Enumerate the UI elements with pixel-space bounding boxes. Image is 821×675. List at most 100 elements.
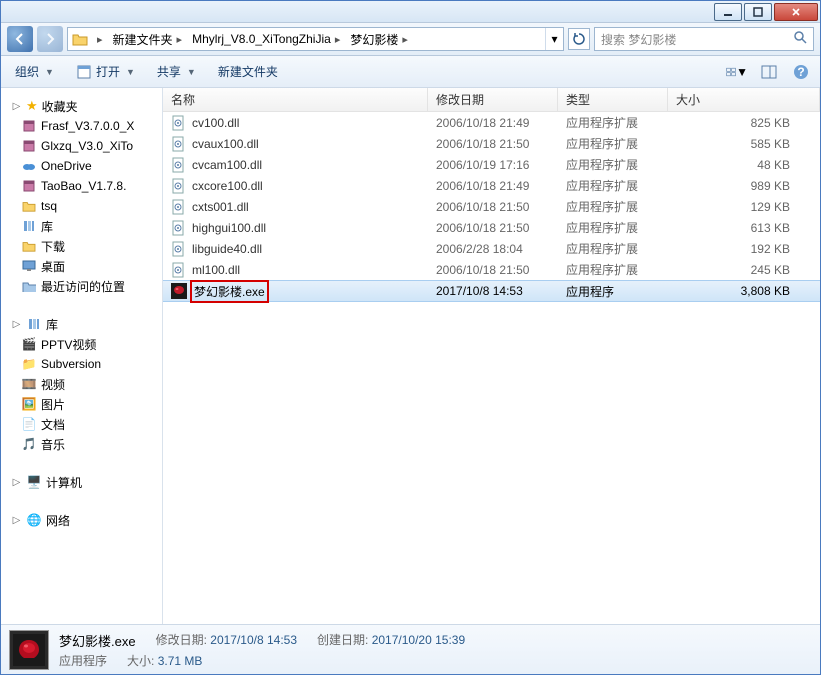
sidebar-item-taobao[interactable]: TaoBao_V1.7.8. — [1, 176, 162, 196]
address-bar: ▸ 新建文件夹▸ Mhylrj_V8.0_XiTongZhiJia▸ 梦幻影楼▸… — [1, 23, 820, 56]
file-date: 2006/10/18 21:50 — [428, 137, 558, 151]
sidebar-item-glxzq[interactable]: Glxzq_V3.0_XiTo — [1, 136, 162, 156]
dll-icon — [171, 220, 187, 236]
file-date: 2006/10/18 21:50 — [428, 221, 558, 235]
file-name-cell: 梦幻影楼.exe — [163, 280, 428, 303]
dll-icon — [171, 262, 187, 278]
computer-icon: 🖥️ — [26, 474, 42, 490]
file-row[interactable]: cxcore100.dll2006/10/18 21:49应用程序扩展989 K… — [163, 175, 820, 196]
toolbar: 组织▼ 打开▼ 共享▼ 新建文件夹 ▼ ? — [1, 56, 820, 88]
minimize-button[interactable] — [714, 3, 742, 21]
col-date[interactable]: 修改日期 — [428, 88, 558, 111]
recent-icon — [21, 278, 37, 294]
sidebar-item-documents[interactable]: 📄文档 — [1, 414, 162, 434]
file-name: libguide40.dll — [192, 242, 262, 256]
nav-forward-button[interactable] — [37, 26, 63, 52]
breadcrumb[interactable]: ▸ 新建文件夹▸ Mhylrj_V8.0_XiTongZhiJia▸ 梦幻影楼▸… — [67, 27, 564, 51]
dll-icon — [171, 241, 187, 257]
dll-icon — [171, 115, 187, 131]
explorer-window: ▸ 新建文件夹▸ Mhylrj_V8.0_XiTongZhiJia▸ 梦幻影楼▸… — [0, 0, 821, 675]
folder-icon: 📁 — [21, 356, 37, 372]
dll-icon — [171, 178, 187, 194]
search-icon — [794, 31, 807, 47]
address-dropdown-button[interactable]: ▾ — [545, 28, 563, 50]
sidebar-network[interactable]: ▷🌐网络 — [1, 510, 162, 530]
file-size: 3,808 KB — [668, 284, 820, 298]
close-button[interactable] — [774, 3, 818, 21]
new-folder-button[interactable]: 新建文件夹 — [212, 60, 284, 83]
sidebar-item-videos[interactable]: 🎞️视频 — [1, 374, 162, 394]
cloud-icon — [21, 158, 37, 174]
file-size: 129 KB — [668, 200, 820, 214]
document-icon: 📄 — [21, 416, 37, 432]
sidebar-item-desktop[interactable]: 桌面 — [1, 256, 162, 276]
organize-button[interactable]: 组织▼ — [9, 60, 60, 83]
file-name-cell: cxts001.dll — [163, 199, 428, 215]
file-row[interactable]: libguide40.dll2006/2/28 18:04应用程序扩展192 K… — [163, 238, 820, 259]
sidebar-item-subversion[interactable]: 📁Subversion — [1, 354, 162, 374]
file-type: 应用程序扩展 — [558, 198, 668, 215]
file-type: 应用程序扩展 — [558, 177, 668, 194]
sidebar-item-recent[interactable]: 最近访问的位置 — [1, 276, 162, 296]
view-options-button[interactable]: ▼ — [726, 61, 748, 83]
file-row[interactable]: highgui100.dll2006/10/18 21:50应用程序扩展613 … — [163, 217, 820, 238]
file-name: cxcore100.dll — [192, 179, 263, 193]
file-row[interactable]: cvaux100.dll2006/10/18 21:50应用程序扩展585 KB — [163, 133, 820, 154]
file-date: 2006/10/18 21:49 — [428, 179, 558, 193]
sidebar-item-frasf[interactable]: Frasf_V3.7.0.0_X — [1, 116, 162, 136]
maximize-button[interactable] — [744, 3, 772, 21]
file-name-cell: libguide40.dll — [163, 241, 428, 257]
sidebar-computer[interactable]: ▷🖥️计算机 — [1, 472, 162, 492]
nav-back-button[interactable] — [7, 26, 33, 52]
status-thumbnail — [9, 630, 49, 670]
archive-icon — [21, 138, 37, 154]
breadcrumb-item-2[interactable]: 梦幻影楼▸ — [345, 28, 413, 50]
breadcrumb-item-1[interactable]: Mhylrj_V8.0_XiTongZhiJia▸ — [187, 28, 345, 50]
file-row[interactable]: cxts001.dll2006/10/18 21:50应用程序扩展129 KB — [163, 196, 820, 217]
file-date: 2006/10/18 21:50 — [428, 200, 558, 214]
file-row[interactable]: 梦幻影楼.exe2017/10/8 14:53应用程序3,808 KB — [163, 280, 820, 302]
archive-icon — [21, 178, 37, 194]
sidebar-item-tsq[interactable]: tsq — [1, 196, 162, 216]
archive-icon — [21, 118, 37, 134]
file-date: 2006/10/18 21:50 — [428, 263, 558, 277]
file-date: 2006/10/18 21:49 — [428, 116, 558, 130]
search-box[interactable]: 搜索 梦幻影楼 — [594, 27, 814, 51]
file-name-cell: cv100.dll — [163, 115, 428, 131]
column-header: 名称 修改日期 类型 大小 — [163, 88, 820, 112]
sidebar-item-pictures[interactable]: 🖼️图片 — [1, 394, 162, 414]
file-name-cell: cvcam100.dll — [163, 157, 428, 173]
status-details: 梦幻影楼.exe 修改日期: 2017/10/8 14:53 创建日期: 201… — [59, 631, 465, 669]
folder-icon — [72, 31, 88, 47]
col-size[interactable]: 大小 — [668, 88, 820, 111]
file-row[interactable]: cv100.dll2006/10/18 21:49应用程序扩展825 KB — [163, 112, 820, 133]
breadcrumb-separator[interactable]: ▸ — [88, 28, 108, 50]
breadcrumb-label: Mhylrj_V8.0_XiTongZhiJia — [192, 32, 331, 46]
refresh-button[interactable] — [568, 28, 590, 50]
sidebar-item-music[interactable]: 🎵音乐 — [1, 434, 162, 454]
breadcrumb-label: 新建文件夹 — [113, 31, 173, 48]
sidebar-item-downloads[interactable]: 下载 — [1, 236, 162, 256]
open-button[interactable]: 打开▼ — [70, 60, 141, 83]
breadcrumb-item-0[interactable]: 新建文件夹▸ — [108, 28, 188, 50]
sidebar-favorites[interactable]: ▷★收藏夹 — [1, 96, 162, 116]
sidebar-item-onedrive[interactable]: OneDrive — [1, 156, 162, 176]
file-row[interactable]: ml100.dll2006/10/18 21:50应用程序扩展245 KB — [163, 259, 820, 280]
col-name[interactable]: 名称 — [163, 88, 428, 111]
titlebar — [1, 1, 820, 23]
file-row[interactable]: cvcam100.dll2006/10/19 17:16应用程序扩展48 KB — [163, 154, 820, 175]
sidebar-libraries[interactable]: ▷库 — [1, 314, 162, 334]
sidebar: ▷★收藏夹 Frasf_V3.7.0.0_X Glxzq_V3.0_XiTo O… — [1, 88, 163, 624]
exe-icon — [171, 283, 187, 299]
help-button[interactable]: ? — [790, 61, 812, 83]
sidebar-item-libraries-link[interactable]: 库 — [1, 216, 162, 236]
folder-icon — [21, 198, 37, 214]
file-list[interactable]: cv100.dll2006/10/18 21:49应用程序扩展825 KBcva… — [163, 112, 820, 624]
share-button[interactable]: 共享▼ — [151, 60, 202, 83]
sidebar-item-pptv[interactable]: 🎬PPTV视频 — [1, 334, 162, 354]
statusbar: 梦幻影楼.exe 修改日期: 2017/10/8 14:53 创建日期: 201… — [1, 624, 820, 674]
svg-text:?: ? — [797, 65, 804, 79]
col-type[interactable]: 类型 — [558, 88, 668, 111]
preview-pane-button[interactable] — [758, 61, 780, 83]
search-placeholder: 搜索 梦幻影楼 — [601, 31, 676, 48]
